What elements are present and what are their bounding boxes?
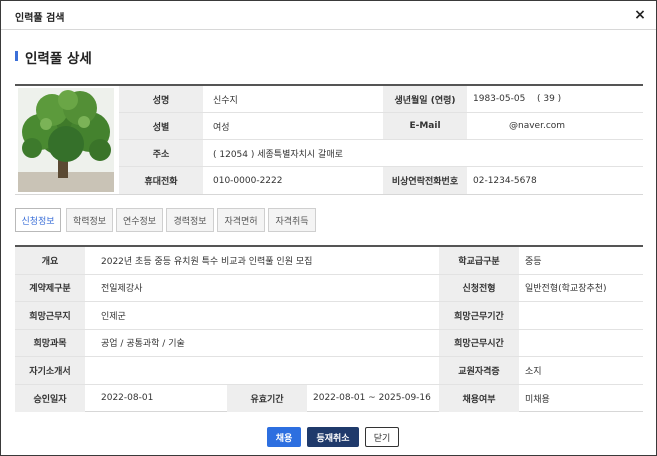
photo-cell (15, 86, 119, 195)
tab-training[interactable]: 연수정보 (116, 208, 163, 232)
overview-value: 2022년 초등 중등 유치원 특수 비교과 인력풀 인원 모집 (101, 256, 313, 267)
apply-type-label: 신청전형 (439, 274, 519, 301)
name-label: 성명 (119, 86, 203, 112)
detail-row-subject: 희망과목 공업 / 공통과학 / 기술 희망근무시간 (15, 329, 643, 357)
overview-label: 개요 (15, 247, 85, 274)
address-label: 주소 (119, 140, 203, 166)
detail-row-region: 희망근무지 인제군 희망근무기간 (15, 302, 643, 330)
detail-row-intro: 자기소개서 교원자격증 소지 (15, 357, 643, 385)
apply-type-value: 일반전형(학교장추천) (525, 284, 607, 295)
tab-education[interactable]: 학력정보 (66, 208, 113, 232)
cancel-registration-button[interactable]: 등재취소 (307, 427, 359, 447)
approve-value: 2022-08-01 (101, 393, 154, 404)
license-value: 소지 (525, 366, 542, 377)
period-label: 희망근무기간 (439, 302, 519, 329)
region-label: 희망근무지 (15, 302, 85, 329)
profile-row-gender: 성별 여성 E-Mail @naver.com (119, 113, 643, 140)
region-value: 인제군 (101, 311, 126, 322)
subject-value: 공업 / 공통과학 / 기술 (101, 339, 185, 350)
profile-table: 성명 신수지 생년월일 (연령) 1983-05-05 ( 39 ) 성별 여성… (15, 84, 643, 195)
valid-label: 유효기간 (227, 384, 307, 412)
contract-value: 전일제강사 (101, 284, 143, 295)
tab-qualification[interactable]: 자격취득 (268, 208, 316, 232)
hours-label: 희망근무시간 (439, 329, 519, 356)
hire-value: 미채용 (525, 394, 550, 405)
email-value: @naver.com (509, 121, 566, 131)
detail-row-approve: 승인일자 2022-08-01 유효기간 2022-08-01 ~ 2025-0… (15, 384, 643, 412)
heading-marker-icon (15, 51, 18, 61)
school-level-label: 학교급구분 (439, 247, 519, 274)
profile-row-phone: 휴대전화 010-0000-2222 비상연락전화번호 02-1234-5678 (119, 167, 643, 194)
gender-label: 성별 (119, 113, 203, 139)
detail-row-overview: 개요 2022년 초등 중등 유치원 특수 비교과 인력풀 인원 모집 학교급구… (15, 247, 643, 275)
page-title: 인력풀 상세 (25, 51, 92, 67)
dialog-window: 인력풀 검색 × 인력풀 상세 성명 신수지 생년월일 (연령) 1983-05… (0, 0, 657, 456)
valid-value: 2022-08-01 ~ 2025-09-16 (313, 393, 431, 404)
adopt-button[interactable]: 채용 (267, 427, 301, 447)
birth-value: 1983-05-05 (473, 94, 526, 104)
intro-label: 자기소개서 (15, 357, 85, 384)
approve-label: 승인일자 (15, 384, 85, 412)
emergency-label: 비상연락전화번호 (383, 167, 467, 194)
profile-row-name: 성명 신수지 생년월일 (연령) 1983-05-05 ( 39 ) (119, 86, 643, 113)
close-button[interactable]: 닫기 (365, 427, 399, 447)
birth-label: 생년월일 (연령) (383, 86, 467, 112)
phone-label: 휴대전화 (119, 167, 203, 194)
dialog-titlebar: 인력풀 검색 × (1, 1, 656, 30)
profile-photo (18, 88, 114, 192)
contract-label: 계약제구분 (15, 274, 85, 301)
tab-license[interactable]: 자격면허 (217, 208, 265, 232)
dialog-title: 인력풀 검색 (15, 13, 65, 24)
age-value: ( 39 ) (537, 94, 562, 104)
email-label: E-Mail (383, 113, 467, 139)
name-value: 신수지 (213, 95, 238, 106)
emergency-value: 02-1234-5678 (473, 175, 537, 186)
address-value: ( 12054 ) 세종특별자치시 갈매로 (213, 149, 343, 160)
detail-row-contract: 계약제구분 전일제강사 신청전형 일반전형(학교장추천) (15, 274, 643, 302)
subject-label: 희망과목 (15, 329, 85, 356)
tab-application[interactable]: 신청정보 (15, 208, 61, 232)
gender-value: 여성 (213, 122, 230, 133)
phone-value: 010-0000-2222 (213, 175, 283, 186)
close-icon[interactable]: × (632, 6, 648, 24)
detail-table: 개요 2022년 초등 중등 유치원 특수 비교과 인력풀 인원 모집 학교급구… (15, 245, 643, 412)
profile-row-address: 주소 ( 12054 ) 세종특별자치시 갈매로 (119, 140, 643, 167)
license-label: 교원자격증 (439, 357, 519, 384)
school-level-value: 중등 (525, 256, 542, 267)
tab-career[interactable]: 경력정보 (166, 208, 214, 232)
hire-label: 채용여부 (439, 384, 519, 412)
